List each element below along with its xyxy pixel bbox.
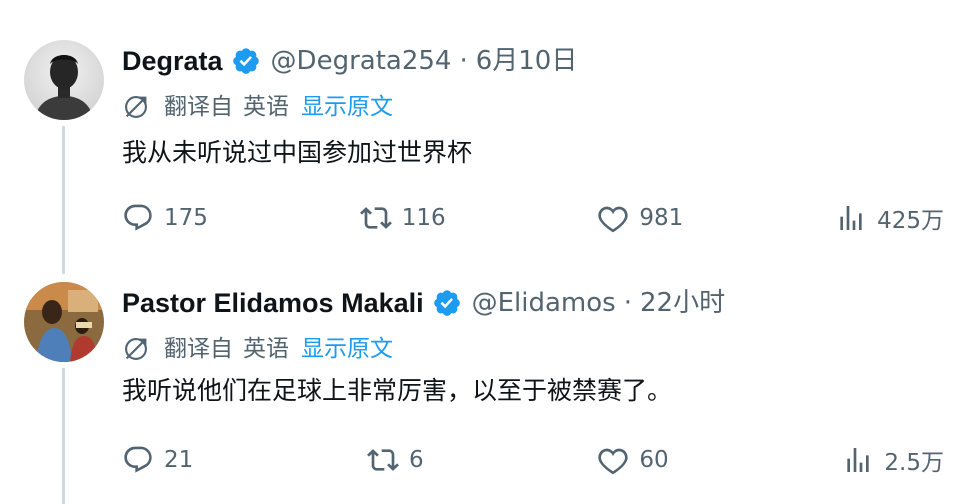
reply-count: 21 xyxy=(164,447,194,473)
reply-button[interactable]: 175 xyxy=(122,202,208,234)
translated-from-label: 翻译自 xyxy=(164,94,233,120)
handle[interactable]: @Elidamos xyxy=(472,286,616,320)
timestamp[interactable]: 6月10日 xyxy=(476,44,578,78)
tweet[interactable]: Pastor Elidamos Makali @Elidamos · 22小时 … xyxy=(0,266,976,504)
views-button[interactable]: 2.5万 xyxy=(842,443,944,477)
retweet-count: 6 xyxy=(409,447,424,473)
view-count: 2.5万 xyxy=(884,450,944,476)
tweet-text: 我从未听说过中国参加过世界杯 xyxy=(122,138,473,167)
source-language: 英语 xyxy=(243,94,289,120)
handle[interactable]: @Degrata254 xyxy=(271,44,452,78)
views-button[interactable]: 425万 xyxy=(835,201,944,235)
heart-icon xyxy=(598,206,629,233)
tweet[interactable]: Degrata @Degrata254 · 6月10日 翻译自 英语 显示原文 … xyxy=(0,0,976,266)
separator: · xyxy=(623,288,632,318)
translate-icon xyxy=(125,338,147,360)
translate-icon xyxy=(125,96,147,118)
like-count: 60 xyxy=(639,447,669,473)
verified-badge-icon xyxy=(433,290,460,316)
like-button[interactable]: 981 xyxy=(597,202,683,234)
avatar[interactable] xyxy=(24,40,104,120)
avatar[interactable] xyxy=(24,282,104,362)
display-name[interactable]: Degrata xyxy=(122,44,223,78)
source-language: 英语 xyxy=(243,336,289,362)
retweet-icon xyxy=(359,207,392,229)
timestamp[interactable]: 22小时 xyxy=(640,286,725,320)
translated-from-label: 翻译自 xyxy=(164,336,233,362)
analytics-icon xyxy=(847,448,870,472)
view-count: 425万 xyxy=(877,208,944,234)
analytics-icon xyxy=(840,206,862,230)
show-original-link[interactable]: 显示原文 xyxy=(301,334,393,364)
retweet-icon xyxy=(367,449,399,471)
reply-icon xyxy=(124,446,152,473)
heart-icon xyxy=(598,448,629,475)
tweet-text: 我听说他们在足球上非常厉害，以至于被禁赛了。 xyxy=(122,376,673,405)
retweet-count: 116 xyxy=(401,205,446,231)
reply-count: 175 xyxy=(164,205,208,231)
like-button[interactable]: 60 xyxy=(597,444,669,476)
show-original-link[interactable]: 显示原文 xyxy=(301,92,393,122)
reply-icon xyxy=(124,204,152,231)
display-name[interactable]: Pastor Elidamos Makali xyxy=(122,286,424,320)
reply-button[interactable]: 21 xyxy=(122,444,193,476)
verified-badge-icon xyxy=(232,48,259,74)
retweet-button[interactable]: 116 xyxy=(359,202,446,234)
retweet-button[interactable]: 6 xyxy=(367,444,424,476)
separator: · xyxy=(459,46,468,76)
like-count: 981 xyxy=(639,205,684,231)
